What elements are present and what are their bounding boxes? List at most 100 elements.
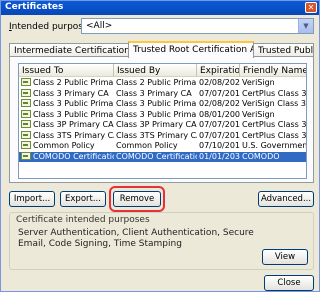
cell-text: Common Policy: [116, 141, 178, 150]
tab-intermediate-ca[interactable]: Intermediate Certification Authorities: [9, 43, 129, 57]
cell-friendly: U.S. Governmen...: [240, 141, 306, 151]
cell-issued-by: Class 3 Public Primary C...: [114, 110, 197, 120]
cell-text: CertPlus Class 3...: [242, 120, 307, 129]
remove-highlight-annotation: [109, 186, 165, 212]
cell-text: Class 3 Primary CA: [33, 88, 109, 98]
intended-purpose-select[interactable]: <All> ▼: [81, 18, 314, 34]
certificate-icon: [21, 141, 31, 149]
cell-text: CertPlus Class 3...: [242, 130, 307, 140]
tab-panel: Issued To Issued By Expiratio... Friendl…: [9, 56, 314, 183]
column-friendly-name[interactable]: Friendly Name: [240, 64, 306, 77]
certificate-icon: [21, 151, 31, 160]
certificate-row[interactable]: Class 3TS Primary CA Class 3TS Primary CA…: [19, 130, 307, 141]
cell-expiration: 07/07/2019: [197, 131, 240, 141]
cell-text: Class 3P Primary CA: [33, 120, 114, 129]
certificate-list[interactable]: Issued To Issued By Expiratio... Friendl…: [18, 63, 307, 179]
tab-trusted-publishers[interactable]: Trusted Publ: [253, 43, 314, 57]
cell-issued-to: COMODO Certification ...: [19, 151, 114, 162]
cell-issued-to: Class 3 Public Primary C...: [19, 109, 114, 120]
cell-text: 07/10/2010: [199, 141, 240, 150]
certificate-icon: [21, 88, 31, 97]
certificate-row[interactable]: Class 3 Primary CA Class 3 Primary CA 07/0…: [19, 88, 307, 99]
cell-friendly: VeriSign: [240, 78, 306, 88]
chevron-down-icon[interactable]: ▼: [298, 19, 313, 33]
certificate-row[interactable]: Class 3P Primary CA Class 3P Primary CA 07…: [19, 120, 306, 130]
certificate-icon: [21, 120, 31, 128]
import-button[interactable]: Import...: [9, 191, 55, 207]
cell-text: VeriSign Class 3 ...: [242, 99, 306, 108]
cell-text: VeriSign: [242, 109, 275, 119]
cell-expiration: 02/08/2028: [197, 99, 240, 109]
cell-text: Class 3 Public Primary C...: [116, 109, 197, 119]
cell-text: 07/07/2019: [199, 120, 240, 129]
cell-issued-to: Class 2 Public Primary C...: [19, 78, 114, 88]
cell-issued-to: Class 3 Primary CA: [19, 88, 114, 99]
cell-expiration: 08/01/2004: [197, 110, 240, 120]
window-title: Certificates: [5, 2, 64, 12]
title-bar: Certificates ✕: [1, 1, 319, 15]
cell-expiration: 07/07/2019: [197, 89, 240, 99]
export-button[interactable]: Export...: [60, 191, 106, 207]
cell-issued-to: Class 3 Public Primary C...: [19, 99, 114, 109]
certificate-row[interactable]: COMODO Certification ...COMODO Certifica…: [19, 151, 306, 162]
cell-text: 01/01/2030: [199, 151, 240, 161]
certificate-row[interactable]: Class 3 Public Primary C...Class 3 Publi…: [19, 99, 306, 109]
cell-text: 02/08/2028: [199, 99, 240, 108]
cell-issued-by: COMODO Certification ...: [114, 152, 197, 162]
cell-text: Class 3TS Primary CA: [33, 130, 114, 140]
cell-text: 07/07/2019: [199, 130, 240, 140]
cell-text: Class 3P Primary CA: [116, 120, 197, 129]
cell-friendly: CertPlus Class 3 ...: [240, 88, 307, 99]
intended-purpose-value: <All>: [86, 21, 113, 31]
cell-text: 07/07/2019: [199, 88, 240, 98]
advanced-button[interactable]: Advanced...: [258, 191, 314, 207]
column-issued-by[interactable]: Issued By: [114, 64, 197, 77]
intended-purpose-label: Intended purpose:: [9, 22, 92, 32]
tab-strip: Intermediate Certification Authorities T…: [9, 41, 314, 58]
cell-issued-by: Class 3P Primary CA: [114, 120, 197, 130]
cell-friendly: CertPlus Class 3...: [240, 130, 307, 141]
cell-expiration: 02/08/2028: [197, 78, 240, 88]
certificate-row[interactable]: Class 2 Public Primary C...Class 2 Publi…: [19, 78, 306, 88]
certificates-dialog: Certificates ✕ Intended purpose: <All> ▼…: [0, 0, 320, 292]
cell-issued-by: Class 3 Public Primary C...: [114, 99, 197, 109]
cell-text: 08/01/2004: [199, 109, 240, 119]
cell-issued-by: Class 3 Primary CA: [114, 89, 197, 99]
cell-issued-by: Class 3TS Primary CA: [114, 131, 197, 141]
certificate-purposes-group: Certificate intended purposes Server Aut…: [9, 212, 314, 270]
cell-text: 02/08/2028: [199, 78, 240, 87]
cell-expiration: 07/07/2019: [197, 120, 240, 130]
cell-expiration: 07/10/2010: [197, 141, 240, 151]
cell-friendly: VeriSign Class 3 ...: [240, 99, 306, 109]
cell-friendly: COMODO: [240, 151, 306, 162]
cell-issued-to: Class 3TS Primary CA: [19, 130, 114, 141]
tab-trusted-root-ca[interactable]: Trusted Root Certification Authorities: [128, 41, 254, 58]
cell-text: VeriSign: [242, 78, 275, 87]
cell-text: Class 3 Primary CA: [116, 88, 192, 98]
cell-issued-to: Class 3P Primary CA: [19, 120, 114, 130]
purposes-text: Server Authentication, Client Authentica…: [18, 228, 254, 249]
close-icon[interactable]: ✕: [305, 2, 317, 13]
cell-friendly: VeriSign: [240, 109, 306, 120]
cell-text: Common Policy: [33, 141, 95, 150]
cell-text: COMODO Certification ...: [116, 151, 197, 161]
cell-text: Class 3 Public Primary C...: [33, 99, 114, 108]
cell-text: Class 3 Public Primary C...: [116, 99, 197, 108]
certificate-row[interactable]: Common Policy Common Policy 07/10/2010U.S.…: [19, 141, 306, 151]
close-button[interactable]: Close: [264, 275, 314, 291]
cell-text: COMODO: [242, 151, 280, 161]
certificate-icon: [21, 78, 31, 86]
cell-text: CertPlus Class 3 ...: [242, 88, 307, 98]
group-title: Certificate intended purposes: [16, 215, 150, 225]
certificate-row[interactable]: Class 3 Public Primary C...Class 3 Publi…: [19, 109, 306, 120]
cell-issued-by: Class 2 Public Primary C...: [114, 78, 197, 88]
view-button[interactable]: View: [262, 249, 308, 265]
cell-expiration: 01/01/2030: [197, 152, 240, 162]
column-issued-to[interactable]: Issued To: [19, 64, 114, 77]
cell-text: Class 3TS Primary CA: [116, 130, 197, 140]
cell-text: Class 2 Public Primary C...: [116, 78, 197, 87]
list-header: Issued To Issued By Expiratio... Friendl…: [19, 64, 306, 77]
cell-friendly: CertPlus Class 3...: [240, 120, 307, 130]
column-expiration[interactable]: Expiratio...: [197, 64, 240, 77]
certificate-icon: [21, 130, 31, 139]
